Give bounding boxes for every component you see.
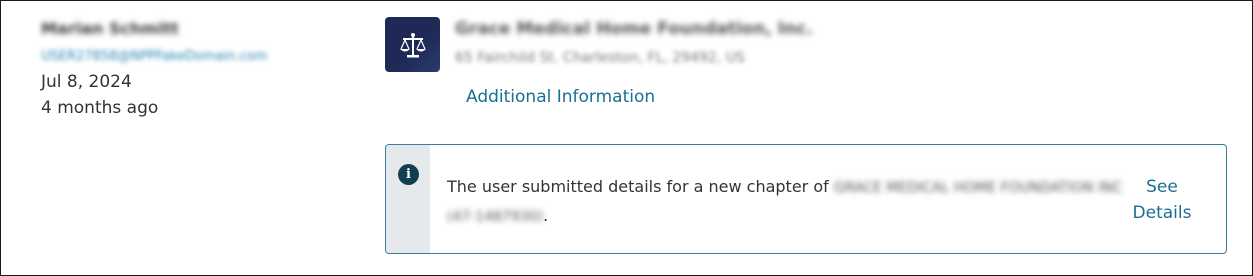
scales-of-justice-icon xyxy=(385,17,440,72)
user-email-link[interactable]: USER27858@NPPFakeDomain.com xyxy=(41,47,371,67)
submitter-column: Marian Schmitt USER27858@NPPFakeDomain.c… xyxy=(41,15,371,121)
organization-address: 65 Fairchild St. Charleston, FL, 29492, … xyxy=(455,50,745,66)
submission-notice: i The user submitted details for a new c… xyxy=(385,144,1227,254)
notice-message: The user submitted details for a new cha… xyxy=(447,173,1127,231)
notice-gutter: i xyxy=(386,145,430,253)
activity-card: Marian Schmitt USER27858@NPPFakeDomain.c… xyxy=(0,0,1253,276)
submission-date: Jul 8, 2024 xyxy=(41,72,132,92)
relative-time: 4 months ago xyxy=(41,98,159,118)
additional-information-link[interactable]: Additional Information xyxy=(466,85,655,109)
notice-message-suffix: . xyxy=(543,206,549,225)
organization-name: Grace Medical Home Foundation, Inc. xyxy=(455,19,813,39)
see-details-link[interactable]: See Details xyxy=(1126,174,1198,226)
user-name: Marian Schmitt xyxy=(41,19,179,38)
notice-message-prefix: The user submitted details for a new cha… xyxy=(447,177,834,196)
info-icon: i xyxy=(398,164,419,185)
